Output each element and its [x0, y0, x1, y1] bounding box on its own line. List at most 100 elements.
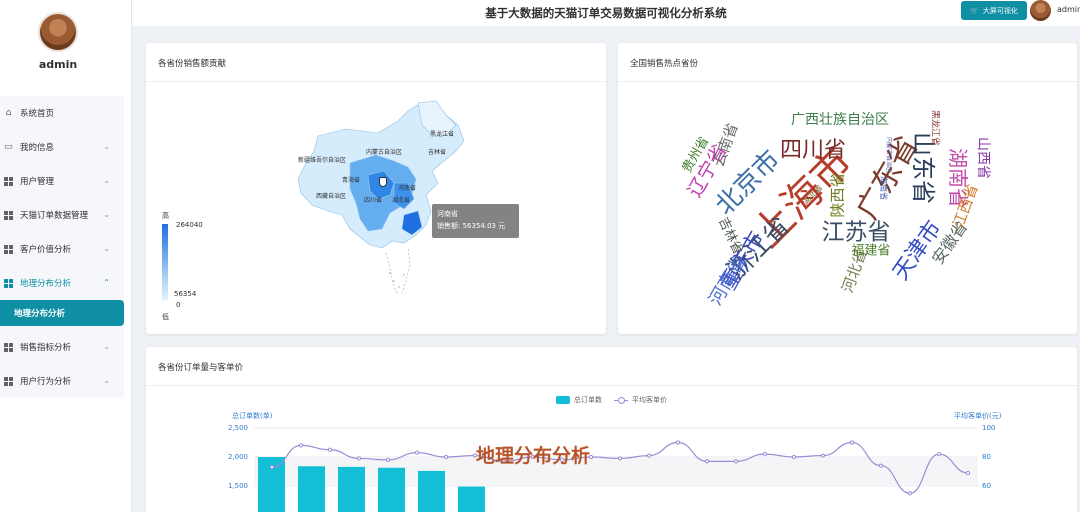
cart-icon: 🛒 [970, 6, 979, 15]
line-point[interactable] [617, 456, 623, 461]
province-label: 吉林省 [428, 149, 447, 156]
line-point[interactable] [356, 456, 362, 461]
bar-orders[interactable] [298, 466, 325, 512]
line-point[interactable] [414, 450, 420, 455]
sidebar-item-geo[interactable]: 地理分布分析 ⌃ [0, 266, 124, 300]
sidebar-subitem-geo-analysis[interactable]: 地理分布分析 [0, 300, 124, 326]
sidebar-item-label: 用户行为分析 [20, 377, 72, 387]
sidebar-item-label: 销售指标分析 [20, 343, 72, 353]
tooltip-value: 销售额: 56354.03 元 [437, 222, 506, 230]
wordcloud-word[interactable]: 吉林省 [715, 215, 745, 257]
line-point[interactable] [646, 453, 652, 458]
sidebar-item-label: 地理分布分析 [20, 279, 72, 289]
line-point[interactable] [675, 440, 681, 445]
chevron-up-icon: ⌃ [103, 278, 110, 287]
legend-high-label: 高 [162, 212, 169, 220]
bar-orders[interactable] [338, 466, 365, 512]
province-label: 黑龙江省 [430, 131, 455, 138]
wordcloud-word[interactable]: 广西壮族自治区 [791, 113, 889, 127]
line-point[interactable] [443, 454, 449, 460]
sidebar-item-label: 用户管理 [20, 177, 55, 187]
orders-price-panel: 各省份订单量与客单价 总订单数 平均客单价 总订单数(单) 平均客单价(元) 2… [146, 347, 1077, 512]
wordcloud-word[interactable]: 福建省 [851, 245, 890, 258]
bar-orders[interactable] [418, 470, 445, 512]
chevron-down-icon: ⌄ [103, 376, 110, 385]
line-point[interactable] [385, 457, 391, 463]
sidebar-item-home[interactable]: ⌂ 系统首页 [0, 96, 124, 130]
legend-min-value: 56354 [174, 290, 197, 298]
line-point[interactable] [791, 454, 797, 460]
combo-chart[interactable] [146, 347, 1077, 512]
line-point[interactable] [733, 459, 739, 464]
top-header: 基于大数据的天猫订单交易数据可视化分析系统 🛒 大屏可视化 admin [132, 0, 1080, 26]
sidebar-item-profile[interactable]: ▭ 我的信息 ⌄ [0, 130, 124, 164]
chevron-down-icon: ⌄ [103, 342, 110, 351]
map-tooltip: 河南省 销售额: 56354.03 元 [432, 204, 519, 238]
sidebar-item-sales[interactable]: 销售指标分析 ⌄ [0, 330, 124, 364]
wordcloud-word[interactable]: 山西省 [975, 137, 991, 179]
province-label: 湖北省 [392, 197, 411, 204]
province-label: 西藏自治区 [316, 193, 347, 200]
word-cloud: 上海市 广东省 北京市 四川省 山东省 江苏省 浙江省 湖南省 天津市 重庆市 河南省 辽宁省 陕西省广… [618, 43, 1077, 334]
chevron-down-icon: ⌄ [103, 176, 110, 185]
mouse-cursor-icon [379, 177, 387, 187]
province-label: 四川省 [364, 197, 383, 204]
grid-icon [4, 342, 13, 352]
chevron-down-icon: ⌄ [103, 210, 110, 219]
wordcloud-word[interactable]: 四川省 [780, 140, 846, 162]
line-point[interactable] [907, 491, 913, 496]
legend-low-label: 低 [162, 313, 169, 321]
line-point[interactable] [269, 465, 275, 470]
wordcloud-word[interactable]: 陕西省 [829, 172, 847, 217]
sidebar-item-order-mgmt[interactable]: 天猫订单数据管理 ⌄ [0, 198, 124, 232]
line-point[interactable] [820, 453, 826, 458]
line-point[interactable] [965, 470, 971, 476]
bar-orders[interactable] [378, 467, 405, 512]
profile-icon: ▭ [4, 141, 13, 152]
line-point[interactable] [849, 440, 855, 445]
bigscreen-label: 大屏可视化 [982, 6, 1018, 15]
line-point[interactable] [327, 447, 333, 452]
divider [146, 81, 606, 82]
grid-icon [4, 244, 13, 254]
sidebar-item-customer-value[interactable]: 客户价值分析 ⌄ [0, 232, 124, 266]
tooltip-province: 河南省 [437, 210, 458, 218]
wordcloud-word[interactable]: 内蒙古自治区 [885, 137, 892, 173]
grid-icon [4, 176, 13, 186]
grid-icon [4, 376, 13, 386]
province-label: 新疆维吾尔自治区 [298, 157, 347, 164]
bigscreen-button[interactable]: 🛒 大屏可视化 [961, 1, 1027, 20]
line-point[interactable] [762, 452, 768, 457]
line-point[interactable] [878, 463, 884, 468]
wordcloud-word[interactable]: 海南省 [879, 176, 888, 200]
grid-icon [4, 278, 13, 288]
wordcloud-word[interactable]: 黑龙江省 [930, 110, 940, 146]
page-title: 基于大数据的天猫订单交易数据可视化分析系统 [485, 6, 727, 20]
home-icon: ⌂ [5, 107, 12, 118]
legend-max-value: 264040 [176, 221, 203, 229]
wordcloud-word[interactable]: 江苏省 [822, 221, 891, 245]
chevron-down-icon: ⌄ [103, 244, 110, 253]
line-point[interactable] [298, 443, 304, 448]
sidebar: admin ⌂ 系统首页 ▭ 我的信息 ⌄ 用户管理 ⌄ 天猫订单数据管理 ⌄ … [0, 0, 132, 512]
bar-orders[interactable] [458, 486, 485, 512]
header-username[interactable]: admin [1057, 5, 1080, 14]
sidebar-item-label: 天猫订单数据管理 [20, 211, 89, 221]
sidebar-item-label: 系统首页 [20, 109, 55, 119]
line-point[interactable] [704, 459, 710, 464]
line-point[interactable] [936, 452, 942, 457]
sidebar-item-label: 客户价值分析 [20, 245, 72, 255]
grid-icon [4, 210, 13, 220]
wordcloud-word[interactable]: 云南省 [709, 121, 741, 169]
china-map[interactable] [146, 43, 606, 334]
watermark-text: 地理分布分析 [476, 445, 591, 467]
avatar[interactable] [38, 12, 78, 52]
province-label: 内蒙古自治区 [366, 149, 403, 156]
sidebar-item-label: 我的信息 [20, 143, 55, 153]
sidebar-item-behavior[interactable]: 用户行为分析 ⌄ [0, 364, 124, 398]
sidebar-item-user-mgmt[interactable]: 用户管理 ⌄ [0, 164, 124, 198]
visual-map-gradient[interactable] [162, 224, 168, 300]
header-avatar[interactable] [1030, 0, 1051, 21]
legend-zero-value: 0 [176, 301, 181, 309]
chevron-down-icon: ⌄ [103, 142, 110, 151]
